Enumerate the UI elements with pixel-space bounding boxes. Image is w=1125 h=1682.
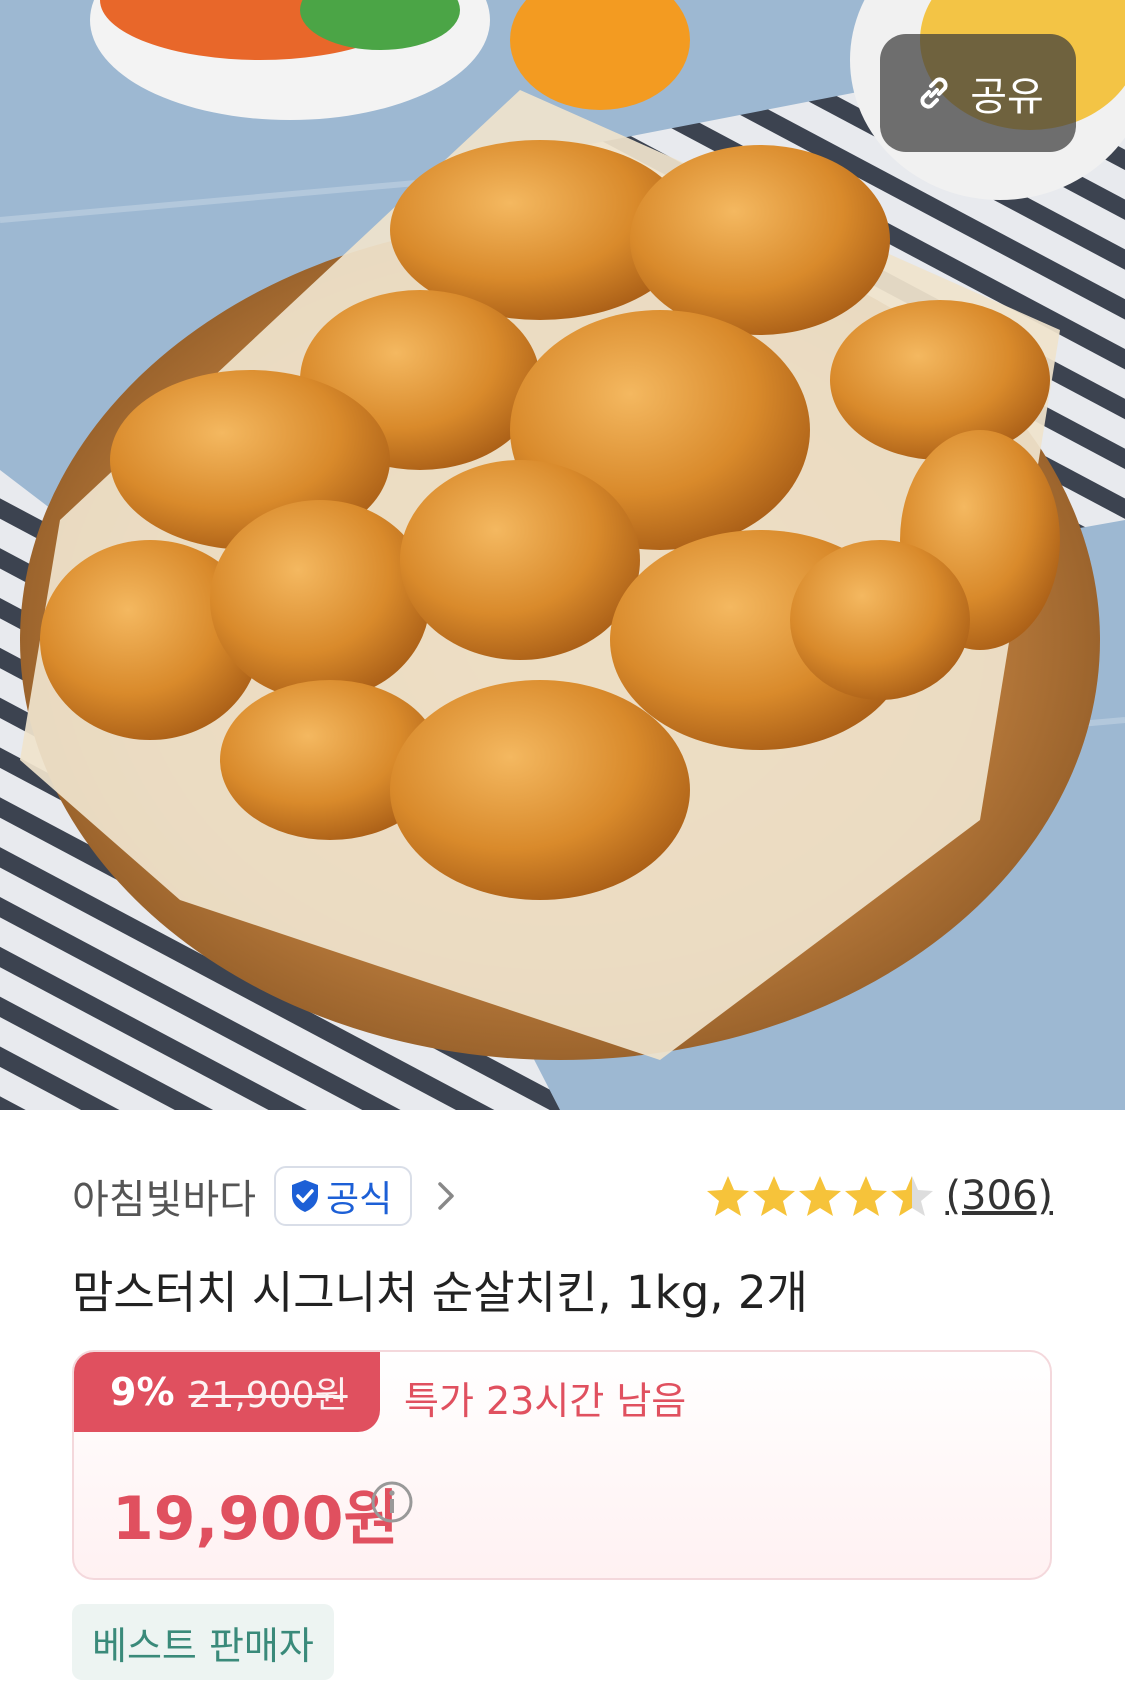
rating[interactable]: (306) — [705, 1166, 1053, 1226]
sale-price: 19,900원 — [112, 1484, 399, 1554]
official-badge: 공식 — [274, 1166, 413, 1226]
product-image[interactable]: 공유 — [0, 0, 1125, 1110]
star-icon — [891, 1176, 934, 1216]
share-button[interactable]: 공유 — [880, 34, 1076, 152]
product-detail-page: 공유 아침빛바다 공식 (306) 맘스터치 시그니처 순살치킨, 1kg, 2… — [0, 0, 1125, 1682]
info-icon[interactable] — [370, 1480, 414, 1524]
price-box: 9% 21,900원 특가 23시간 남음 19,900원 — [72, 1350, 1052, 1580]
share-label: 공유 — [970, 74, 1044, 120]
shield-check-icon — [292, 1180, 318, 1212]
star-icon — [799, 1176, 842, 1216]
star-rating — [705, 1174, 935, 1218]
fried-chicken-photo — [0, 0, 1125, 1110]
discount-rate: 9% — [110, 1370, 175, 1414]
official-badge-label: 공식 — [326, 1179, 393, 1220]
deal-timer: 특가 23시간 남음 — [404, 1379, 687, 1423]
star-icon — [845, 1176, 888, 1216]
discount-tab: 9% 21,900원 — [74, 1352, 380, 1432]
seller-row[interactable]: 아침빛바다 공식 — [72, 1166, 458, 1226]
review-count-link[interactable]: (306) — [945, 1173, 1053, 1219]
seller-name[interactable]: 아침빛바다 — [72, 1167, 256, 1225]
chevron-right-icon[interactable] — [434, 1178, 458, 1214]
star-icon — [707, 1176, 750, 1216]
original-price: 21,900원 — [188, 1375, 348, 1416]
product-title: 맘스터치 시그니처 순살치킨, 1kg, 2개 — [72, 1266, 808, 1319]
star-icon — [753, 1176, 796, 1216]
best-seller-badge: 베스트 판매자 — [72, 1604, 334, 1680]
link-icon — [920, 77, 948, 109]
